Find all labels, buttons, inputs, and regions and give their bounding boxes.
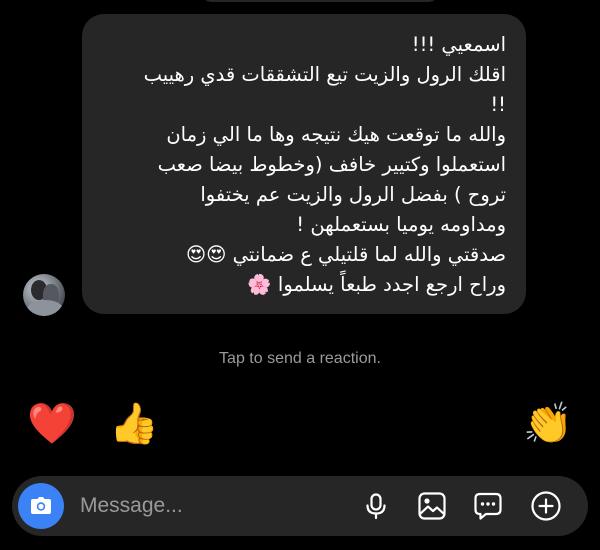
- reaction-heart-eyes[interactable]: 😍: [272, 396, 328, 452]
- reaction-hint: Tap to send a reaction.: [219, 350, 381, 367]
- microphone-icon: [366, 493, 386, 520]
- reaction-crying-face[interactable]: 😢: [188, 396, 244, 452]
- reaction-heart[interactable]: ❤️: [24, 396, 80, 452]
- reaction-tears-of-joy[interactable]: 😂: [436, 396, 492, 452]
- gallery-icon: [418, 492, 446, 520]
- message-composer: [12, 476, 588, 536]
- message-line: والله ما توقعت هيك نتيجه وها ما الي زمان: [166, 123, 506, 146]
- message-line: استعملوا وكتيير خافف (وخطوط بيضا صعب: [157, 153, 506, 176]
- message-line: اقلك الرول والزيت تيع التشققات قدي رهييب: [143, 63, 506, 86]
- sender-avatar[interactable]: [23, 274, 65, 316]
- message-input[interactable]: [80, 490, 340, 522]
- camera-icon: [31, 497, 51, 514]
- message-line: اسمعيي !!!: [411, 33, 506, 56]
- message-line: ومداومه يوميا بستعملهن !: [296, 213, 506, 236]
- message-line: !!: [490, 93, 506, 116]
- sticker-button[interactable]: [472, 490, 504, 522]
- reaction-clapping-hands[interactable]: 👏: [520, 396, 576, 452]
- message-line: تروح ) بفضل الرول والزيت عم يختفوا: [200, 183, 506, 206]
- message-line: صدقتي والله لما قلتيلي ع ضمانتي 😍😍: [185, 243, 506, 266]
- sticker-icon: [474, 492, 502, 520]
- reaction-bar: ❤️ 👍 😢 😍 😮 😂 👏: [0, 396, 600, 452]
- previous-message-bubble: [200, 0, 440, 2]
- gallery-button[interactable]: [416, 490, 448, 522]
- message-row: اسمعيي !!! اقلك الرول والزيت تيع التشققا…: [0, 14, 600, 316]
- microphone-button[interactable]: [360, 490, 392, 522]
- reaction-thumbs-up[interactable]: 👍: [106, 396, 162, 452]
- plus-button[interactable]: [530, 490, 562, 522]
- message-bubble[interactable]: اسمعيي !!! اقلك الرول والزيت تيع التشققا…: [82, 14, 526, 314]
- reaction-surprised-face[interactable]: 😮: [354, 396, 410, 452]
- dm-thread-screen: اسمعيي !!! اقلك الرول والزيت تيع التشققا…: [0, 0, 600, 550]
- camera-button[interactable]: [18, 483, 64, 529]
- plus-icon: [531, 491, 561, 521]
- message-line: وراح ارجع اجدد طبعاً يسلموا 🌸: [247, 273, 506, 296]
